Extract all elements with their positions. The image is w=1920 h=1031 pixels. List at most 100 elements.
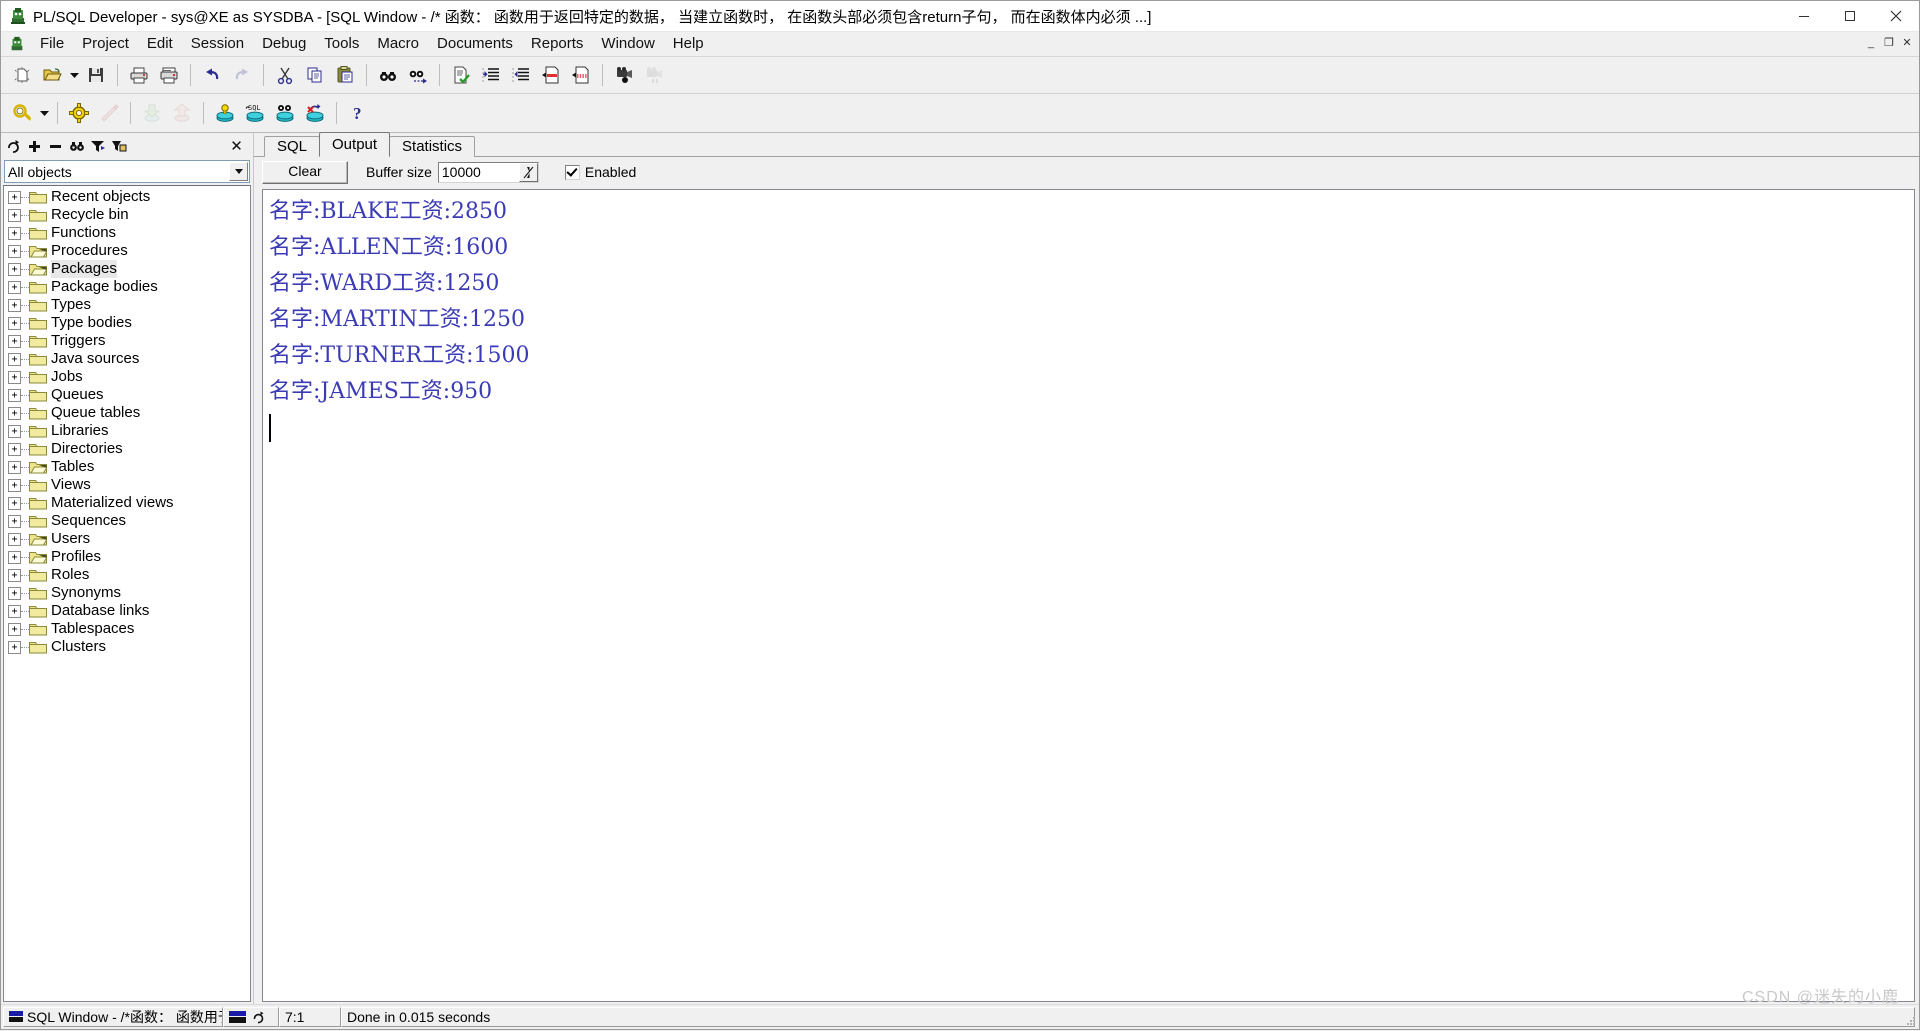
tree-item-type-bodies[interactable]: + Type bodies <box>4 314 250 332</box>
expand-toggle-icon[interactable]: + <box>8 262 21 276</box>
refresh-icon[interactable] <box>252 1011 265 1024</box>
expand-toggle-icon[interactable]: + <box>8 280 21 294</box>
expand-toggle-icon[interactable]: + <box>8 604 21 618</box>
session-info-icon[interactable] <box>210 98 240 128</box>
tree-item-clusters[interactable]: + Clusters <box>4 638 250 656</box>
expand-toggle-icon[interactable]: + <box>8 298 21 312</box>
tree-item-tablespaces[interactable]: + Tablespaces <box>4 620 250 638</box>
tree-item-database-links[interactable]: + Database links <box>4 602 250 620</box>
tab-output[interactable]: Output <box>319 132 391 157</box>
undo-icon[interactable] <box>197 60 227 90</box>
expand-toggle-icon[interactable]: + <box>8 190 21 204</box>
menu-documents[interactable]: Documents <box>428 33 522 55</box>
tree-item-queue-tables[interactable]: + Queue tables <box>4 404 250 422</box>
expand-icon[interactable] <box>24 136 45 157</box>
enabled-checkbox[interactable]: Enabled <box>564 164 636 180</box>
mdi-minimize-button[interactable]: _ <box>1863 35 1879 51</box>
compile-icon[interactable] <box>64 98 94 128</box>
rollback-icon[interactable] <box>300 98 330 128</box>
help-icon[interactable]: ? <box>343 98 373 128</box>
tree-item-libraries[interactable]: + Libraries <box>4 422 250 440</box>
tree-item-procedures[interactable]: + Procedures <box>4 242 250 260</box>
tree-item-package-bodies[interactable]: + Package bodies <box>4 278 250 296</box>
checkbox-checked-icon[interactable] <box>564 164 580 180</box>
copy-icon[interactable] <box>300 60 330 90</box>
spinner-up-down-icon[interactable] <box>518 162 538 182</box>
find-icon[interactable] <box>66 136 87 157</box>
find-database-object-icon[interactable] <box>270 98 300 128</box>
menu-tools[interactable]: Tools <box>315 33 368 55</box>
menu-macro[interactable]: Macro <box>368 33 428 55</box>
mdi-restore-button[interactable]: ❐ <box>1881 35 1897 51</box>
tree-item-profiles[interactable]: + Profiles <box>4 548 250 566</box>
find-icon[interactable] <box>373 60 403 90</box>
status-document[interactable]: SQL Window - /*函数： 函数用于返! <box>3 1007 223 1027</box>
filter-icon[interactable] <box>87 136 108 157</box>
maximize-button[interactable] <box>1827 1 1873 31</box>
open-dropdown-icon[interactable] <box>67 60 81 90</box>
output-text-area[interactable]: 名字:BLAKE工资:2850 名字:ALLEN工资:1600 名字:WARD工资:… <box>262 189 1915 1002</box>
close-button[interactable] <box>1873 1 1919 31</box>
comment-icon[interactable] <box>536 60 566 90</box>
expand-toggle-icon[interactable]: + <box>8 514 21 528</box>
paste-icon[interactable] <box>330 60 360 90</box>
chevron-down-icon[interactable] <box>229 162 248 181</box>
tree-item-sequences[interactable]: + Sequences <box>4 512 250 530</box>
sql-session-icon[interactable]: SQL <box>240 98 270 128</box>
expand-toggle-icon[interactable]: + <box>8 370 21 384</box>
menu-window[interactable]: Window <box>592 33 663 55</box>
save-icon[interactable] <box>81 60 111 90</box>
cut-icon[interactable] <box>270 60 300 90</box>
resize-grip[interactable] <box>1904 1014 1916 1026</box>
expand-toggle-icon[interactable]: + <box>8 244 21 258</box>
status-session[interactable] <box>223 1007 279 1027</box>
expand-toggle-icon[interactable]: + <box>8 442 21 456</box>
open-icon[interactable] <box>37 60 67 90</box>
expand-toggle-icon[interactable]: + <box>8 568 21 582</box>
explain-plan-dropdown-icon[interactable] <box>37 98 51 128</box>
explain-plan-icon[interactable] <box>7 98 37 128</box>
tree-item-jobs[interactable]: + Jobs <box>4 368 250 386</box>
expand-toggle-icon[interactable]: + <box>8 550 21 564</box>
object-tree[interactable]: + Recent objects + Recycle bin + Functions + Pr… <box>3 185 251 1002</box>
menu-help[interactable]: Help <box>664 33 713 55</box>
menu-file[interactable]: File <box>31 33 73 55</box>
tree-item-types[interactable]: + Types <box>4 296 250 314</box>
refresh-icon[interactable] <box>3 136 24 157</box>
expand-toggle-icon[interactable]: + <box>8 640 21 654</box>
tree-item-views[interactable]: + Views <box>4 476 250 494</box>
print-icon[interactable] <box>124 60 154 90</box>
tree-item-directories[interactable]: + Directories <box>4 440 250 458</box>
object-filter-combobox[interactable]: All objects <box>4 160 250 183</box>
menu-edit[interactable]: Edit <box>138 33 182 55</box>
menu-session[interactable]: Session <box>182 33 253 55</box>
expand-toggle-icon[interactable]: + <box>8 622 21 636</box>
tree-item-recent-objects[interactable]: + Recent objects <box>4 188 250 206</box>
expand-toggle-icon[interactable]: + <box>8 208 21 222</box>
expand-toggle-icon[interactable]: + <box>8 352 21 366</box>
clear-button[interactable]: Clear <box>262 160 348 184</box>
tab-statistics[interactable]: Statistics <box>389 136 476 157</box>
expand-toggle-icon[interactable]: + <box>8 532 21 546</box>
tree-item-java-sources[interactable]: + Java sources <box>4 350 250 368</box>
tree-item-synonyms[interactable]: + Synonyms <box>4 584 250 602</box>
tree-item-tables[interactable]: + Tables <box>4 458 250 476</box>
uncomment-icon[interactable] <box>566 60 596 90</box>
tab-sql[interactable]: SQL <box>264 136 321 157</box>
tree-item-users[interactable]: + Users <box>4 530 250 548</box>
unindent-icon[interactable] <box>506 60 536 90</box>
menu-reports[interactable]: Reports <box>522 33 593 55</box>
expand-toggle-icon[interactable]: + <box>8 316 21 330</box>
print-preview-icon[interactable] <box>154 60 184 90</box>
buffer-size-input[interactable]: 10000 <box>437 161 539 183</box>
expand-toggle-icon[interactable]: + <box>8 406 21 420</box>
tree-item-recycle-bin[interactable]: + Recycle bin <box>4 206 250 224</box>
tree-item-functions[interactable]: + Functions <box>4 224 250 242</box>
expand-toggle-icon[interactable]: + <box>8 586 21 600</box>
expand-toggle-icon[interactable]: + <box>8 334 21 348</box>
organize-icon[interactable] <box>108 136 129 157</box>
indent-icon[interactable] <box>476 60 506 90</box>
menu-project[interactable]: Project <box>73 33 138 55</box>
find-next-icon[interactable] <box>403 60 433 90</box>
expand-toggle-icon[interactable]: + <box>8 424 21 438</box>
